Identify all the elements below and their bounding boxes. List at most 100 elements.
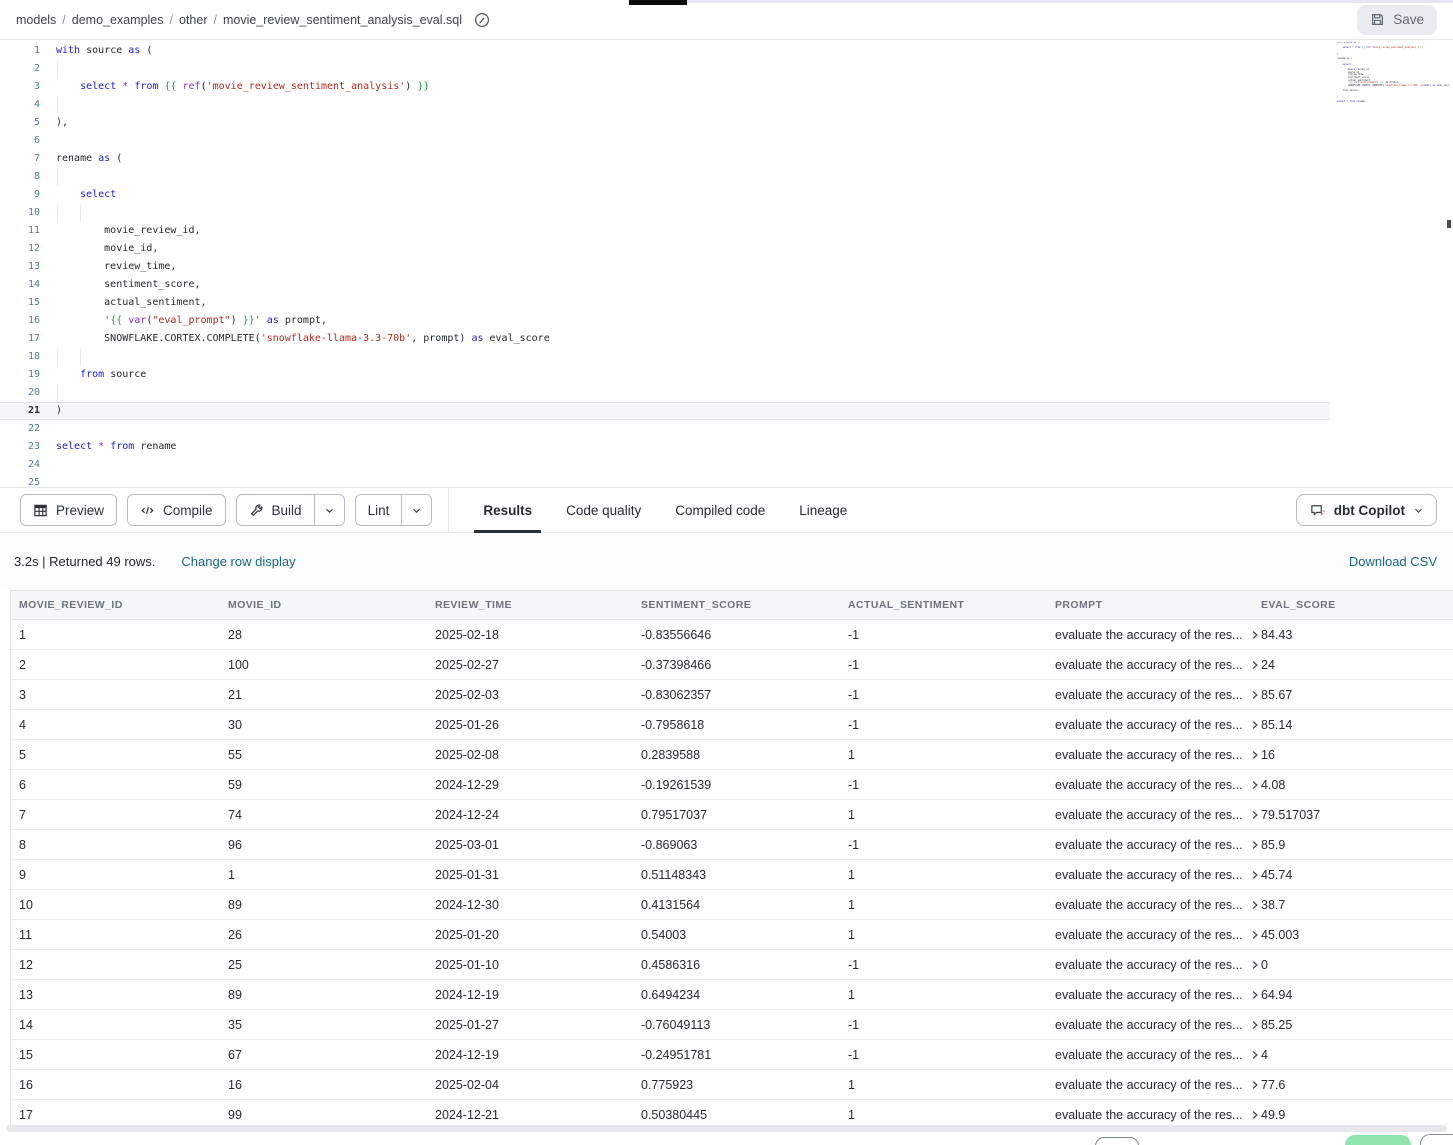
file-settings-icon[interactable]: [472, 10, 492, 30]
cell-movie-id: 67: [220, 1048, 427, 1062]
column-header: EVAL_SCORE: [1253, 599, 1453, 611]
cell-movie-review-id: 14: [11, 1018, 220, 1032]
table-row: 14352025-01-27-0.76049113-1evaluate the …: [11, 1010, 1453, 1040]
code-line[interactable]: 8: [0, 168, 1453, 186]
table-row: 1282025-02-18-0.83556646-1evaluate the a…: [11, 620, 1453, 650]
editor-scrollbar-thumb[interactable]: [1447, 220, 1451, 228]
code-line[interactable]: 10: [0, 204, 1453, 222]
cell-movie-id: 89: [220, 988, 427, 1002]
table-row: 15672024-12-19-0.24951781-1evaluate the …: [11, 1040, 1453, 1070]
download-csv-link[interactable]: Download CSV: [1349, 554, 1437, 569]
line-number: 16: [0, 312, 40, 330]
line-number: 4: [0, 96, 40, 114]
action-buttons: Preview Compile Build Lint: [0, 488, 448, 532]
code-line[interactable]: 19 from source: [0, 366, 1453, 384]
cell-actual-sentiment: 1: [840, 808, 1047, 822]
code-line[interactable]: 14 sentiment_score,: [0, 276, 1453, 294]
table-row: 6592024-12-29-0.19261539-1evaluate the a…: [11, 770, 1453, 800]
change-row-display-link[interactable]: Change row display: [181, 554, 295, 569]
build-button[interactable]: Build: [237, 495, 314, 525]
code-line[interactable]: 4: [0, 96, 1453, 114]
tab-code-quality[interactable]: Code quality: [566, 488, 641, 532]
prompt-preview-text: evaluate the accuracy of the res...: [1055, 1108, 1243, 1122]
code-line[interactable]: 11 movie_review_id,: [0, 222, 1453, 240]
cell-movie-id: 25: [220, 958, 427, 972]
breadcrumb-item[interactable]: movie_review_sentiment_analysis_eval.sql: [223, 13, 462, 27]
cell-prompt: evaluate the accuracy of the res...: [1047, 748, 1253, 762]
code-line[interactable]: 17 SNOWFLAKE.CORTEX.COMPLETE('snowflake-…: [0, 330, 1453, 348]
compile-button[interactable]: Compile: [127, 494, 226, 526]
code-line[interactable]: 13 review_time,: [0, 258, 1453, 276]
code-line[interactable]: 22: [0, 420, 1453, 438]
code-line[interactable]: 9 select: [0, 186, 1453, 204]
prompt-preview-text: evaluate the accuracy of the res...: [1055, 1078, 1243, 1092]
footer-partial-button[interactable]: [1095, 1137, 1139, 1145]
breadcrumb-item[interactable]: demo_examples: [72, 13, 164, 27]
line-number: 21: [0, 402, 40, 420]
breadcrumb-item[interactable]: models: [16, 13, 56, 27]
code-text: select: [1335, 64, 1351, 67]
code-line[interactable]: 5),: [0, 114, 1453, 132]
line-number: 24: [0, 456, 40, 474]
build-dropdown-chevron-icon[interactable]: [314, 495, 344, 525]
code-line[interactable]: 12 movie_id,: [0, 240, 1453, 258]
prompt-preview-text: evaluate the accuracy of the res...: [1055, 1018, 1243, 1032]
footer-green-pill-button[interactable]: [1345, 1135, 1411, 1145]
footer-partial-button-right[interactable]: [1420, 1134, 1453, 1145]
dbt-copilot-button[interactable]: dbt Copilot: [1296, 494, 1437, 526]
code-editor[interactable]: 1with source as (23 select * from {{ ref…: [0, 40, 1453, 487]
table-row: 11262025-01-200.540031evaluate the accur…: [11, 920, 1453, 950]
cell-actual-sentiment: -1: [840, 1048, 1047, 1062]
code-text: [40, 60, 56, 78]
tab-compiled-code[interactable]: Compiled code: [675, 488, 765, 532]
cell-prompt: evaluate the accuracy of the res...: [1047, 778, 1253, 792]
code-line[interactable]: 15 actual_sentiment,: [0, 294, 1453, 312]
code-line[interactable]: 2: [0, 60, 1453, 78]
breadcrumb-item[interactable]: other: [179, 13, 208, 27]
cell-actual-sentiment: -1: [840, 628, 1047, 642]
code-icon: [140, 503, 155, 518]
cell-sentiment-score: 0.2839588: [633, 748, 840, 762]
line-number: 11: [0, 222, 40, 240]
code-line[interactable]: 7rename as (: [0, 150, 1453, 168]
code-line[interactable]: 24: [0, 456, 1453, 474]
editor-minimap[interactable]: 1with source as (23 select * from {{ ref…: [1335, 42, 1449, 104]
line-number: 25: [0, 474, 40, 487]
code-line[interactable]: 23select * from rename: [0, 438, 1453, 456]
cell-review-time: 2024-12-30: [427, 898, 633, 912]
indent-guide: [57, 204, 58, 222]
cell-sentiment-score: -0.24951781: [633, 1048, 840, 1062]
cell-movie-review-id: 2: [11, 658, 220, 672]
horizontal-scrollbar-thumb[interactable]: [6, 1125, 1447, 1132]
save-button[interactable]: Save: [1357, 5, 1437, 35]
tab-results[interactable]: Results: [483, 488, 532, 532]
code-text: select * from rename: [40, 438, 176, 456]
breadcrumb-separator: /: [170, 13, 173, 27]
line-number: 6: [0, 132, 40, 150]
table-row: 16162025-02-040.7759231evaluate the accu…: [11, 1070, 1453, 1100]
code-line[interactable]: 20: [0, 384, 1453, 402]
top-edge-strip: [687, 0, 1453, 3]
code-line[interactable]: 16 '{{ var("eval_prompt") }}' as prompt,: [0, 312, 1453, 330]
code-line[interactable]: 1with source as (: [0, 42, 1453, 60]
code-text: SNOWFLAKE.CORTEX.COMPLETE('snowflake-lla…: [40, 330, 550, 348]
code-line[interactable]: 6: [0, 132, 1453, 150]
code-line[interactable]: 21): [0, 402, 1453, 420]
breadcrumb-separator: /: [62, 13, 65, 27]
code-line[interactable]: 3 select * from {{ ref('movie_review_sen…: [0, 78, 1453, 96]
cell-review-time: 2025-01-26: [427, 718, 633, 732]
lint-button[interactable]: Lint: [356, 495, 402, 525]
preview-button[interactable]: Preview: [20, 494, 117, 526]
line-number: 23: [0, 438, 40, 456]
code-line[interactable]: 25: [0, 474, 1453, 487]
cell-movie-review-id: 13: [11, 988, 220, 1002]
indent-guide: [57, 348, 58, 366]
cell-movie-review-id: 11: [11, 928, 220, 942]
cell-prompt: evaluate the accuracy of the res...: [1047, 658, 1253, 672]
lint-dropdown-chevron-icon[interactable]: [401, 495, 431, 525]
code-line[interactable]: 18: [0, 348, 1453, 366]
results-table: MOVIE_REVIEW_IDMOVIE_IDREVIEW_TIMESENTIM…: [10, 590, 1453, 1130]
tab-lineage[interactable]: Lineage: [799, 488, 847, 532]
cell-sentiment-score: 0.4586316: [633, 958, 840, 972]
line-number: 15: [0, 294, 40, 312]
